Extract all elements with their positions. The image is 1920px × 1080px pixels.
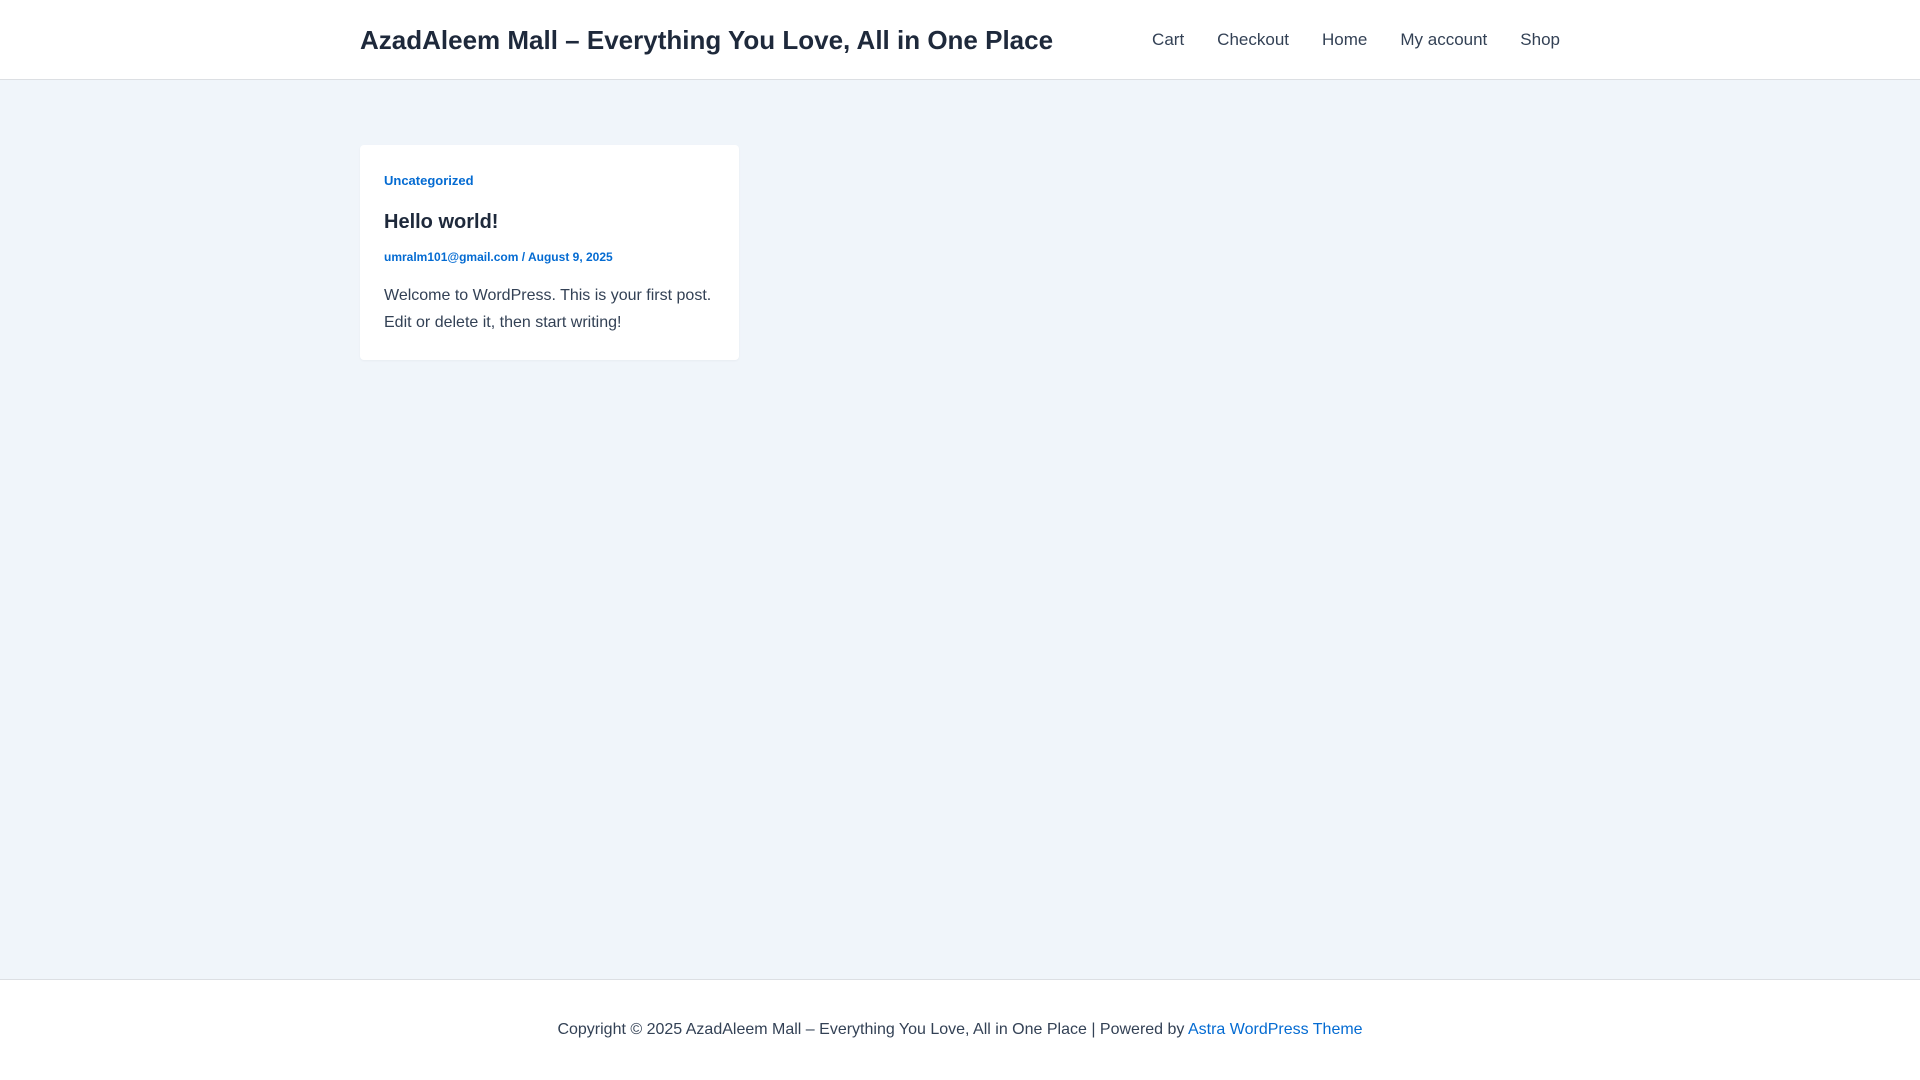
post-meta: umralm101@gmail.com / August 9, 2025 [384, 249, 715, 265]
nav-item-cart[interactable]: Cart [1152, 30, 1184, 50]
site-footer: Copyright © 2025 AzadAleem Mall – Everyt… [0, 979, 1920, 1080]
copyright-text: Copyright © 2025 AzadAleem Mall – Everyt… [557, 1021, 1188, 1038]
post-card: Uncategorized Hello world! umralm101@gma… [360, 145, 739, 360]
post-title-link[interactable]: Hello world! [384, 209, 715, 235]
site-header: AzadAleem Mall – Everything You Love, Al… [0, 0, 1920, 80]
post-excerpt: Welcome to WordPress. This is your first… [384, 287, 712, 331]
post-author-link[interactable]: umralm101@gmail.com [384, 250, 518, 264]
nav-item-shop[interactable]: Shop [1520, 30, 1560, 50]
meta-separator: / [518, 250, 528, 264]
nav-item-checkout[interactable]: Checkout [1217, 30, 1289, 50]
theme-credit-link[interactable]: Astra WordPress Theme [1188, 1021, 1363, 1038]
site-title-link[interactable]: AzadAleem Mall – Everything You Love, Al… [360, 0, 1053, 80]
main-navigation: Cart Checkout Home My account Shop [1152, 0, 1560, 80]
nav-item-my-account[interactable]: My account [1400, 30, 1487, 50]
footer-copyright: Copyright © 2025 AzadAleem Mall – Everyt… [0, 1021, 1920, 1039]
nav-item-home[interactable]: Home [1322, 30, 1367, 50]
post-date-link[interactable]: August 9, 2025 [528, 250, 613, 264]
post-category-link[interactable]: Uncategorized [384, 172, 715, 190]
